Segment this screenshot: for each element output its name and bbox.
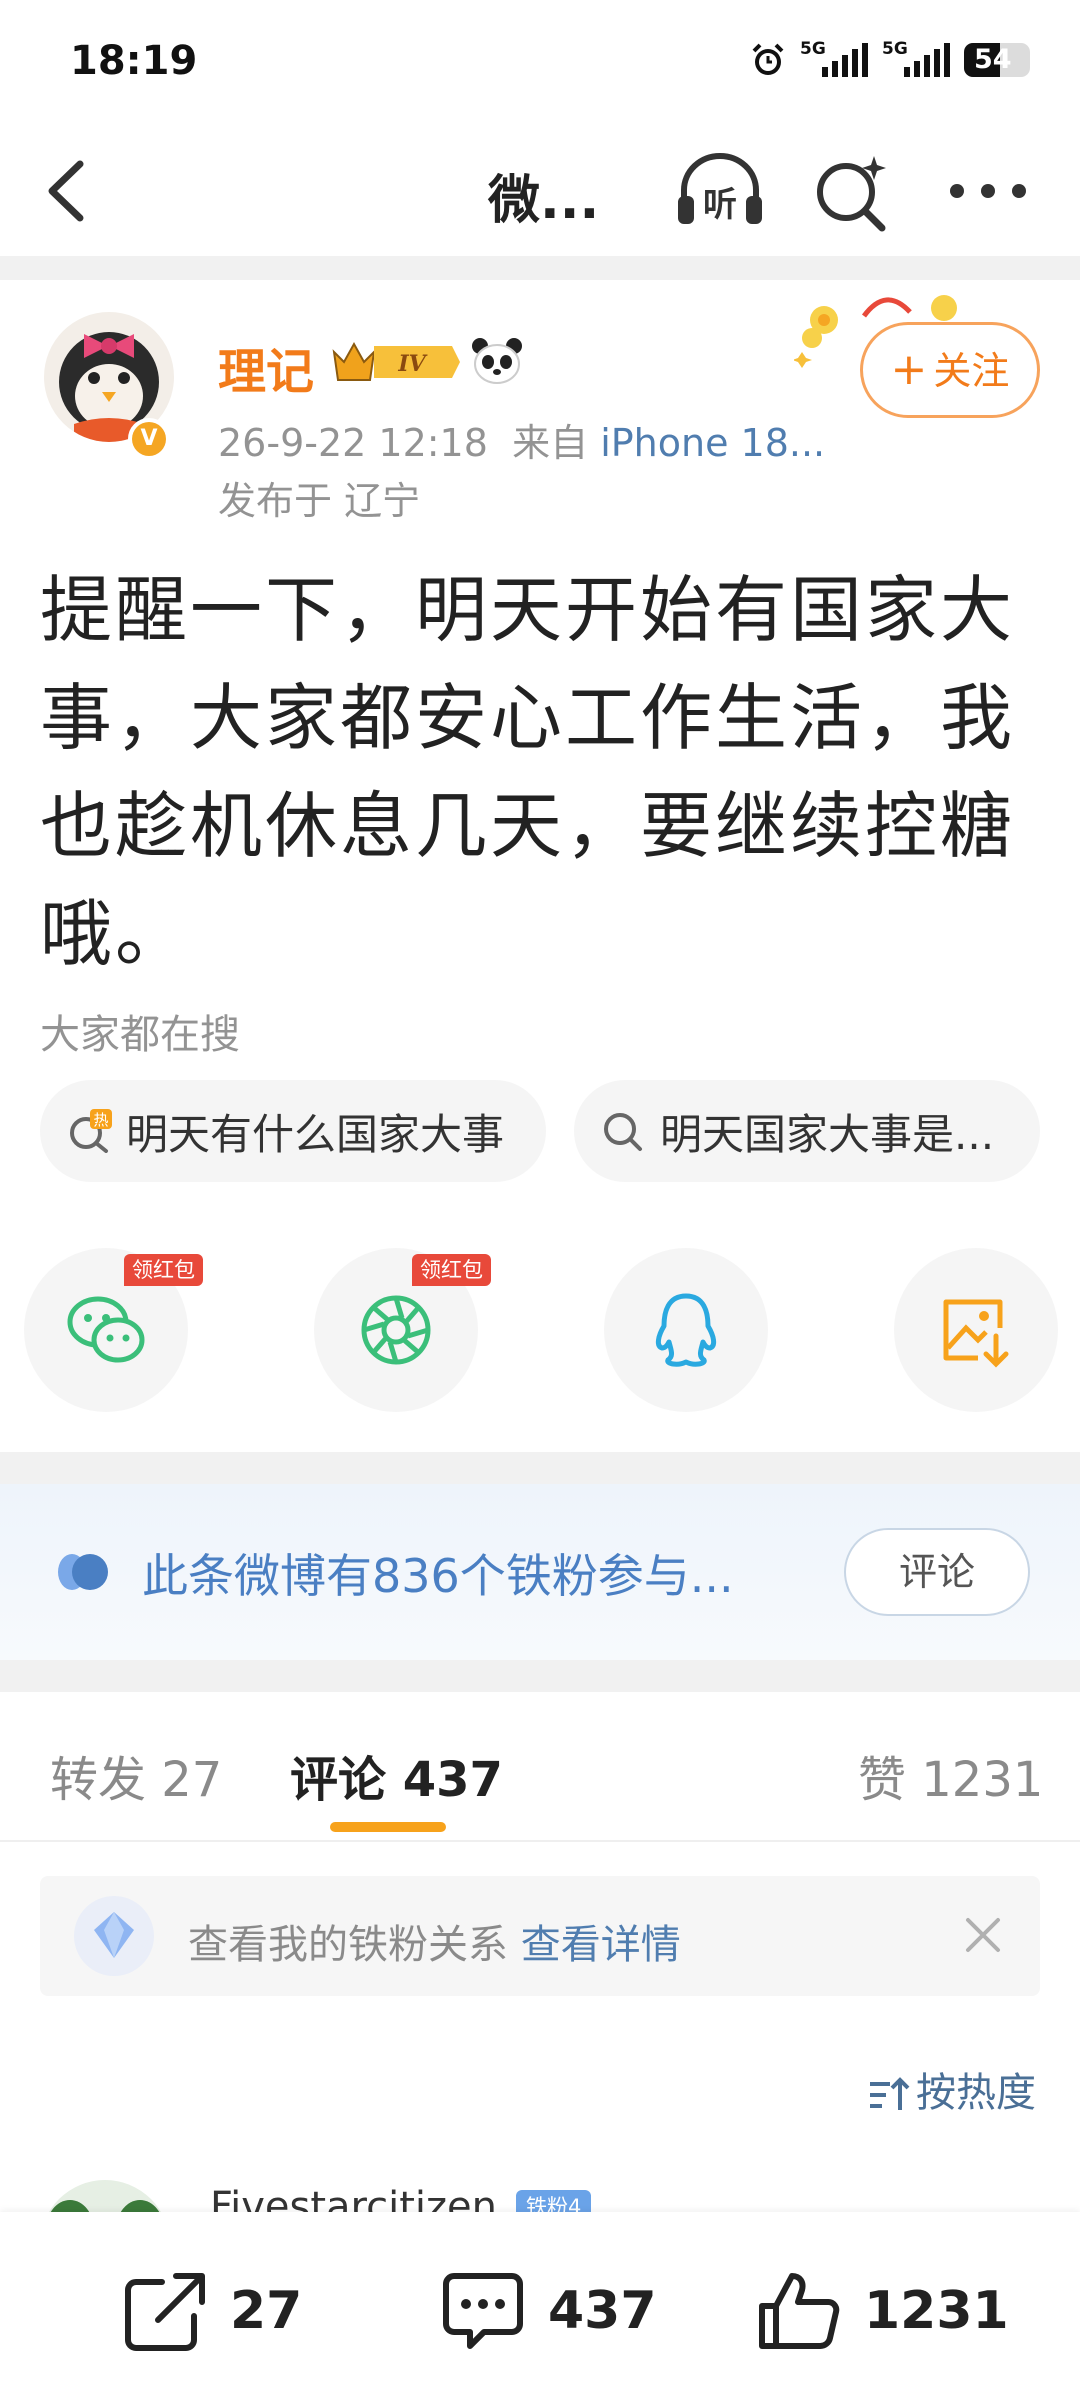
sort-icon [870,2077,910,2110]
divider [0,1840,1080,1842]
member-level-label: IV [397,351,427,377]
save-image-icon [943,1299,1009,1368]
search-icon[interactable] [812,152,892,232]
search-chip-1[interactable]: 热 明天有什么国家大事 [40,1080,546,1182]
diamond-icon [74,1896,154,1976]
redpack-badge: 领红包 [124,1254,203,1286]
member-level-badge[interactable]: IV [330,338,462,386]
wechat-icon [67,1296,145,1363]
back-arrow-icon[interactable] [40,156,100,226]
panda-icon [472,338,522,384]
follow-label: 关注 [933,349,1010,393]
from-label: 来自 [512,421,589,465]
status-time: 18:19 [70,38,198,84]
redpack-badge: 领红包 [412,1254,491,1286]
tab-repost[interactable]: 转发 27 [50,1740,222,1810]
repost-icon [125,2273,205,2351]
hot-mark: 热 [93,1111,108,1129]
more-options-icon[interactable] [950,176,1026,206]
signal-icon: 5G [800,39,868,77]
close-icon[interactable] [960,1912,1006,1958]
listen-label: 听 [703,185,737,225]
page-title: 微... [488,171,600,231]
listen-icon[interactable]: 听 [672,150,768,230]
comment-count: 437 [548,2281,657,2341]
tab-like[interactable]: 赞 1231 [858,1740,1043,1810]
fans-comment-button[interactable]: 评论 [844,1528,1030,1616]
battery-level: 54 [974,44,1012,75]
comment-button[interactable]: 437 [440,2270,657,2352]
trending-search-title: 大家都在搜 [40,1012,240,1058]
author-name[interactable]: 理记 [218,332,314,402]
fans-icon [58,1554,108,1590]
share-qq-button[interactable] [604,1248,768,1412]
bottom-action-bar: 27 437 1231 [0,2212,1080,2397]
sort-button[interactable]: 按热度 [868,2060,1036,2118]
post-content: 提醒一下，明天开始有国家大事，大家都安心工作生活，我也趁机休息几天，要继续控糖哦… [40,568,1016,976]
notice-details-link[interactable]: 查看详情 [521,1922,681,1968]
alarm-icon [752,43,784,75]
fans-banner-text: 此条微博有836个铁粉参与... [142,1549,734,1603]
follow-button[interactable]: + 关注 [860,322,1040,418]
tab-active-indicator [330,1822,446,1832]
status-bar: 18:19 5G 5G 54 [0,0,1080,130]
top-nav: 微... 听 [0,130,1080,250]
comment-icon [443,2273,523,2349]
fans-banner[interactable]: 此条微博有836个铁粉参与... 评论 [0,1484,1080,1660]
search-chip-label: 明天国家大事是... [660,1109,995,1159]
fans-relation-notice: 查看我的铁粉关系 查看详情 [40,1876,1040,1996]
repost-count: 27 [230,2281,303,2341]
notice-text: 查看我的铁粉关系 查看详情 [188,1922,681,1968]
plus-icon: + [890,344,928,395]
search-chip-2[interactable]: 明天国家大事是... [574,1080,1040,1182]
status-indicators: 5G 5G 54 [750,39,1030,78]
moments-icon [361,1295,431,1365]
like-button[interactable]: 1231 [756,2270,1009,2352]
post-source[interactable]: iPhone 18... [600,421,825,465]
post-meta: 26-9-22 12:18 来自 iPhone 18... [218,412,825,467]
verified-badge: V [128,418,170,460]
like-count: 1231 [864,2281,1009,2341]
post-location: 发布于 辽宁 [218,479,421,523]
thumbs-up-icon [759,2273,840,2349]
repost-button[interactable]: 27 [122,2270,302,2352]
divider [0,1660,1080,1692]
signal-icon-2: 5G [882,39,950,77]
hot-search-icon: 热 [70,1109,112,1153]
divider [0,1452,1080,1484]
qq-icon [655,1293,717,1367]
divider [0,256,1080,280]
search-chip-label: 明天有什么国家大事 [126,1109,505,1159]
tab-comment[interactable]: 评论 437 [290,1740,503,1810]
search-icon [604,1113,642,1151]
battery-icon: 54 [964,43,1030,77]
save-image-button[interactable] [894,1248,1058,1412]
post-timestamp: 26-9-22 12:18 [218,421,488,465]
sort-label: 按热度 [916,2070,1036,2116]
